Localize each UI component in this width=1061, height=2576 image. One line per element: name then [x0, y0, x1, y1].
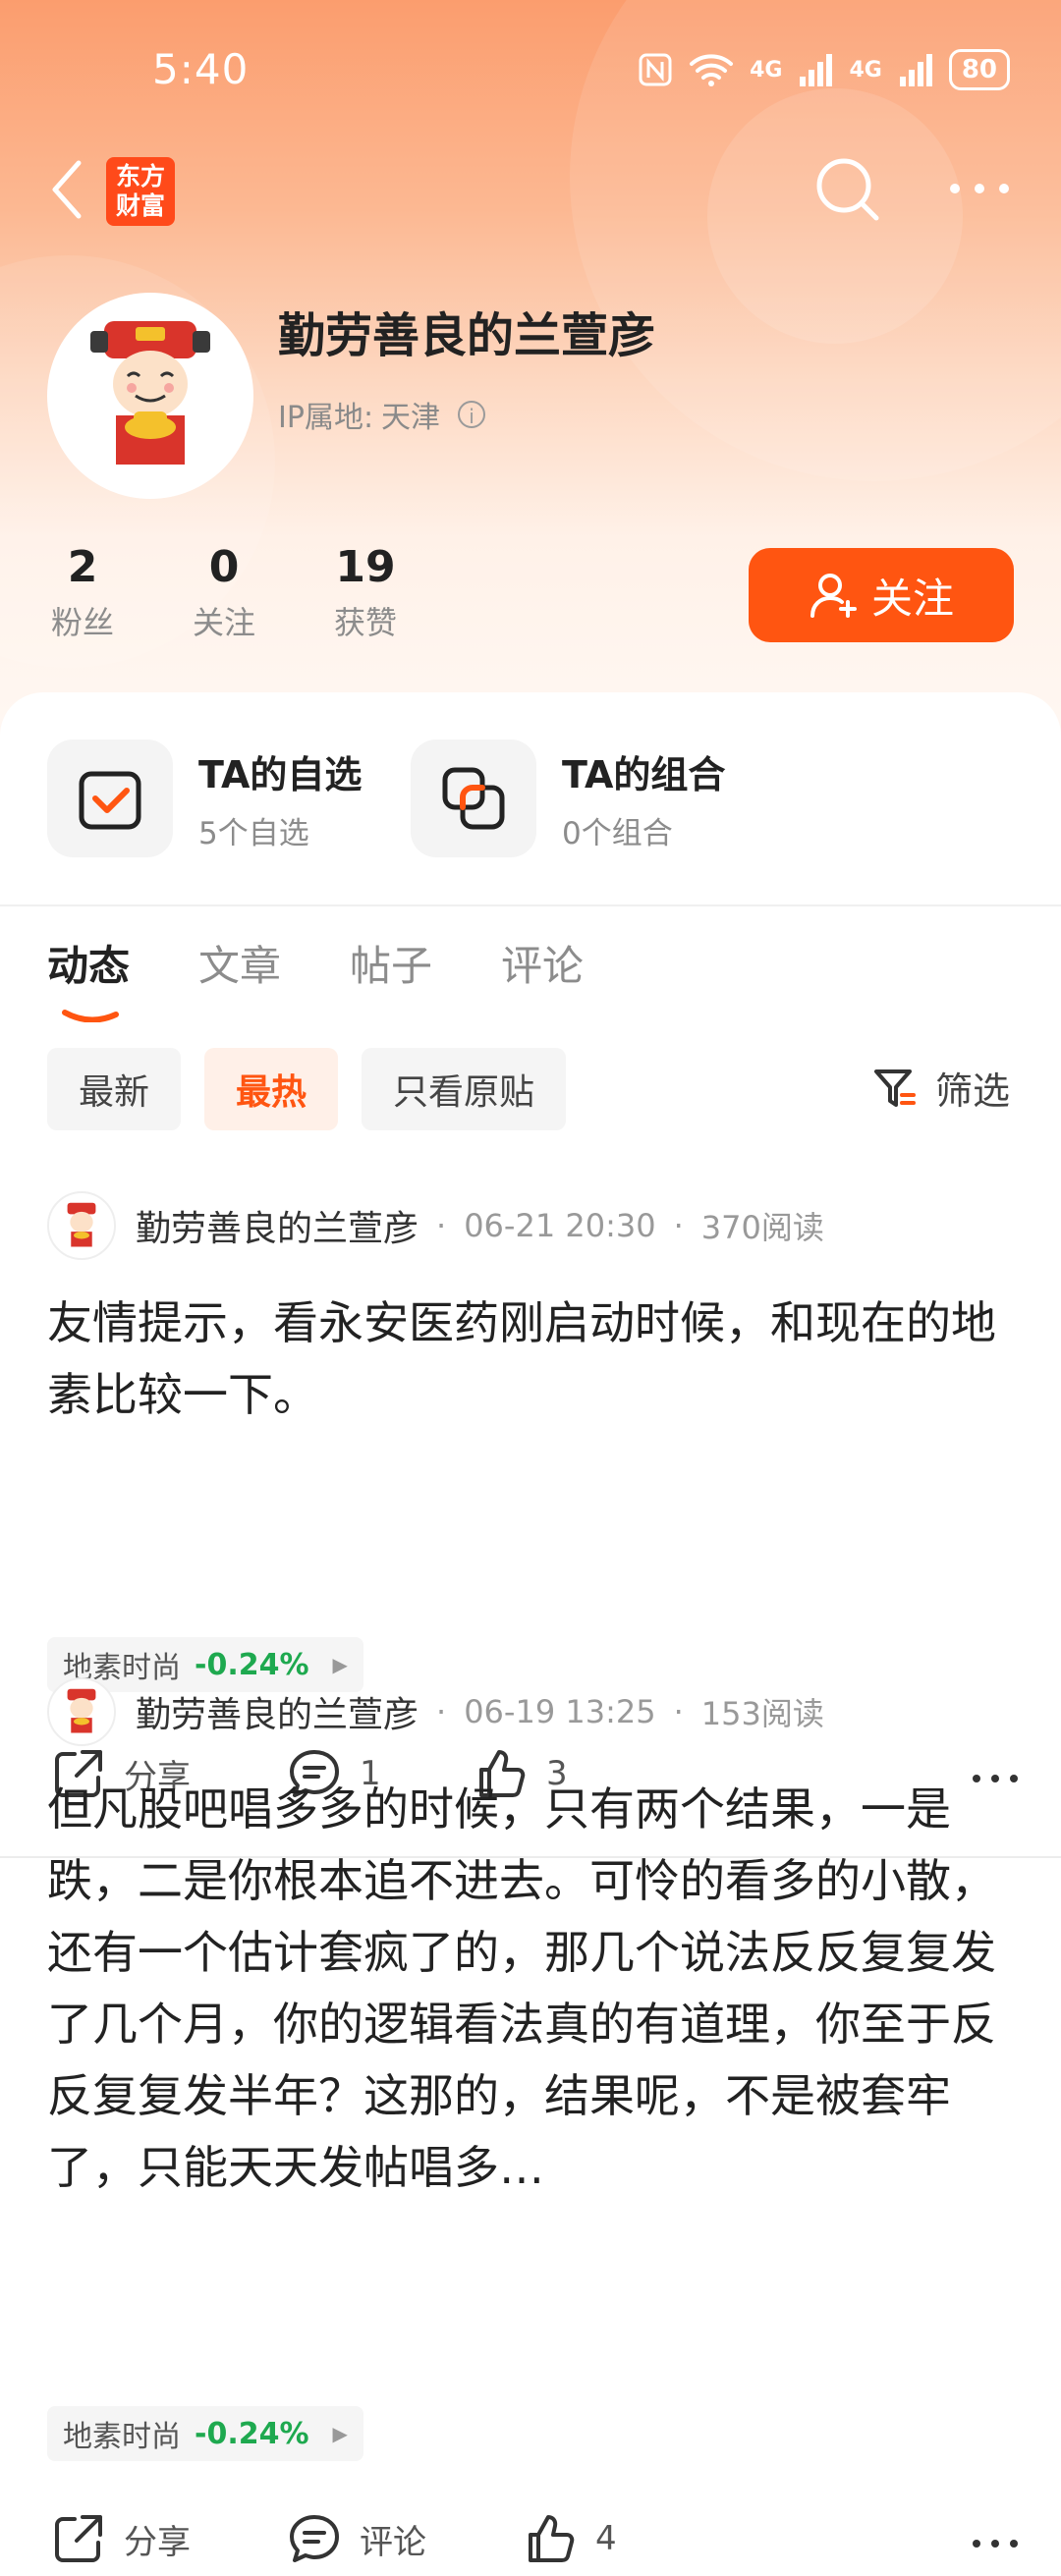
- status-bar: 5:40 4G 4G 80: [0, 39, 1061, 98]
- post-meta-sep: ·: [673, 1207, 684, 1244]
- stat-following-label: 关注: [192, 604, 255, 641]
- post-author-avatar[interactable]: [47, 1677, 116, 1746]
- stat-fans[interactable]: 2 粉丝: [14, 542, 151, 643]
- stock-tag[interactable]: 地素时尚 -0.24% ▶: [47, 2406, 363, 2461]
- stat-following-value: 0: [208, 542, 240, 592]
- more-options-icon[interactable]: [971, 2529, 1020, 2558]
- filter-original-only[interactable]: 只看原贴: [362, 1048, 567, 1130]
- sort-filters: 最新 最热 只看原贴: [47, 1048, 567, 1130]
- post-meta-sep: ·: [436, 1693, 447, 1730]
- stock-name: 地素时尚: [63, 2420, 181, 2454]
- entry-watchlist-sub: 5个自选: [198, 816, 309, 851]
- god-of-wealth-avatar-icon: [67, 1688, 96, 1733]
- post-meta-sep: ·: [436, 1207, 447, 1244]
- content-tabs: 动态 文章 帖子 评论: [47, 933, 584, 1022]
- follow-button[interactable]: 关注: [749, 548, 1014, 642]
- tab-activity[interactable]: 动态: [47, 933, 131, 1022]
- entry-portfolio-title: TA的组合: [562, 753, 726, 796]
- tab-posts[interactable]: 帖子: [350, 933, 432, 993]
- signal-icon: [800, 54, 833, 86]
- post-date: 06-21 20:30: [464, 1207, 656, 1244]
- stat-fans-value: 2: [67, 542, 98, 592]
- post-meta-sep: ·: [673, 1693, 684, 1730]
- follow-button-label: 关注: [870, 575, 954, 622]
- thumbs-up-icon: [529, 2515, 575, 2562]
- chevron-right-icon: ▶: [332, 1653, 348, 1676]
- stock-change: -0.24%: [195, 2416, 309, 2451]
- like-button[interactable]: 4: [523, 2511, 617, 2566]
- checkbox-icon: [79, 771, 141, 830]
- post-body[interactable]: 但凡股吧唱多多的时候，只有两个结果，一是跌，二是你根本追不进去。可怜的看多的小散…: [47, 1774, 1010, 2204]
- battery-indicator: 80: [948, 49, 1010, 90]
- network-type-1: 4G: [750, 57, 783, 82]
- tab-activity-label: 动态: [47, 942, 131, 990]
- entry-portfolio[interactable]: TA的组合 0个组合: [411, 740, 774, 857]
- avatar[interactable]: [47, 293, 253, 499]
- active-tab-indicator: [62, 1010, 119, 1022]
- back-arrow-icon[interactable]: [47, 157, 86, 222]
- chevron-right-icon: ▶: [332, 2422, 348, 2445]
- post-header: 勤劳善良的兰萱彦 · 06-21 20:30 · 370阅读: [47, 1191, 824, 1260]
- ip-location: IP属地: 天津 i: [278, 393, 486, 436]
- like-count: 4: [595, 2519, 617, 2558]
- battery-level: 80: [961, 55, 997, 84]
- search-icon[interactable]: [811, 153, 884, 226]
- comment-label: 评论: [360, 2522, 426, 2562]
- post-body[interactable]: 友情提示，看永安医药刚启动时候，和现在的地素比较一下。: [47, 1288, 1010, 1431]
- signal-icon-2: [899, 54, 932, 86]
- entry-watchlist[interactable]: TA的自选 5个自选: [47, 740, 411, 857]
- section-divider: [0, 904, 1061, 906]
- post-author[interactable]: 勤劳善良的兰萱彦: [136, 1200, 419, 1251]
- entry-watchlist-title: TA的自选: [198, 753, 363, 796]
- post-date: 06-19 13:25: [464, 1693, 656, 1730]
- quick-entries: TA的自选 5个自选 TA的组合 0个组合: [47, 740, 774, 857]
- filter-hottest[interactable]: 最热: [204, 1048, 339, 1130]
- comment-button[interactable]: 评论: [287, 2511, 426, 2566]
- post-actions: 分享 评论 4: [47, 2511, 1020, 2576]
- profile-content-card: TA的自选 5个自选 TA的组合 0个组合 动态 文章 帖子 评论 最新 最热 …: [0, 692, 1061, 2562]
- portfolio-icon: [442, 767, 505, 830]
- ip-label: IP属地:: [278, 401, 374, 435]
- filter-button-label: 筛选: [934, 1069, 1010, 1113]
- wifi-icon: [690, 54, 734, 86]
- stat-likes-label: 获赞: [333, 604, 397, 641]
- entry-portfolio-iconbox: [411, 740, 536, 857]
- post-reads: 370阅读: [700, 1209, 824, 1246]
- post-author-avatar[interactable]: [47, 1191, 116, 1260]
- network-type-2: 4G: [849, 57, 882, 82]
- filter-button[interactable]: 筛选: [872, 1061, 1010, 1115]
- add-user-icon: [810, 574, 857, 618]
- stat-following[interactable]: 0 关注: [155, 542, 293, 643]
- nfc-icon: [639, 53, 672, 86]
- more-options-icon[interactable]: [947, 169, 1012, 208]
- filter-icon: [873, 1069, 916, 1107]
- tab-articles[interactable]: 文章: [198, 933, 281, 993]
- comment-icon: [290, 2515, 339, 2562]
- filter-newest[interactable]: 最新: [47, 1048, 182, 1130]
- top-nav-bar: 东方财富: [0, 147, 1061, 236]
- info-icon[interactable]: i: [458, 401, 486, 428]
- stat-fans-label: 粉丝: [50, 604, 114, 641]
- ip-value: 天津: [381, 401, 441, 435]
- share-button[interactable]: 分享: [51, 2511, 191, 2566]
- stat-likes[interactable]: 19 获赞: [297, 542, 434, 643]
- post-reads: 153阅读: [700, 1695, 824, 1732]
- profile-username: 勤劳善良的兰萱彦: [278, 308, 656, 363]
- share-label: 分享: [124, 2522, 191, 2562]
- entry-portfolio-sub: 0个组合: [562, 816, 673, 851]
- post-header: 勤劳善良的兰萱彦 · 06-19 13:25 · 153阅读: [47, 1677, 824, 1746]
- tab-comments[interactable]: 评论: [501, 933, 584, 993]
- entry-watchlist-iconbox: [47, 740, 173, 857]
- stat-likes-value: 19: [335, 542, 396, 592]
- god-of-wealth-avatar-icon: [90, 321, 210, 465]
- app-logo: 东方财富: [106, 157, 175, 226]
- status-time: 5:40: [152, 45, 250, 93]
- post-author[interactable]: 勤劳善良的兰萱彦: [136, 1686, 419, 1737]
- share-icon: [55, 2515, 102, 2562]
- god-of-wealth-avatar-icon: [67, 1202, 96, 1247]
